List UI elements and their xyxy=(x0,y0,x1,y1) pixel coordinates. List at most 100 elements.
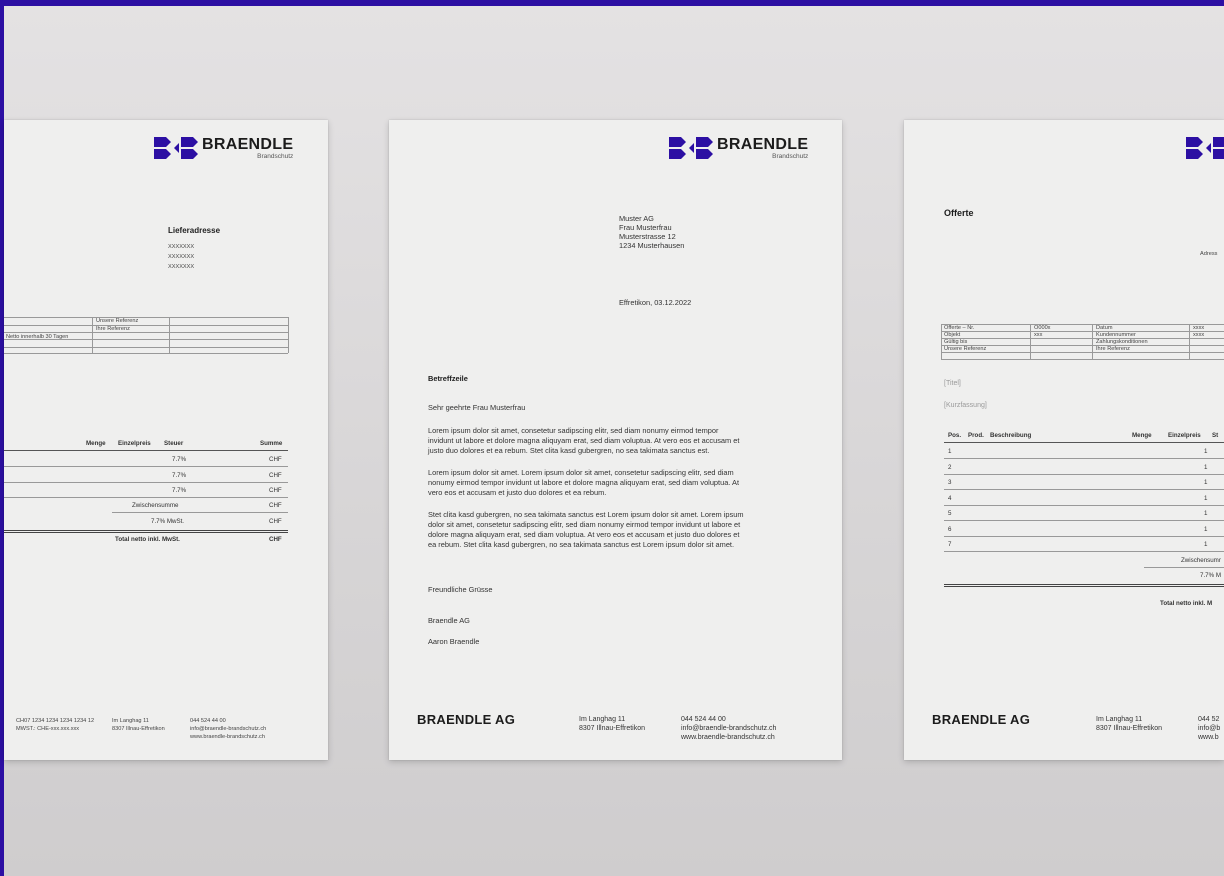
recipient-line: Frau Musterfrau xyxy=(619,223,672,232)
kurzfassung-placeholder: [Kurzfassung] xyxy=(944,402,987,409)
field-label: Objekt xyxy=(944,332,961,338)
body-line: ea rebum. Stet clita kasd gubergren, no … xyxy=(428,540,735,549)
footer-web: www.braendle-brandschutz.ch xyxy=(190,734,265,740)
brand-name: BRAENDLE xyxy=(717,136,809,153)
col-steuer: Steuer xyxy=(164,440,184,447)
row-menge: 1 xyxy=(1204,541,1208,548)
letter-date: Effretikon, 03.12.2022 xyxy=(619,298,692,307)
footer-iban: CH07 1234 1234 1234 1234 12 xyxy=(16,718,95,724)
letter-salutation: Sehr geehrte Frau Musterfrau xyxy=(428,403,526,412)
unsere-referenz-label: Unsere Referenz xyxy=(96,318,139,324)
field-label: Unsere Referenz xyxy=(944,346,987,352)
col-menge: Menge xyxy=(1132,432,1152,439)
mwst-value: CHF xyxy=(269,518,282,525)
letter-signer: Aaron Braendle xyxy=(428,637,480,646)
mwst-label: 7.7% M xyxy=(1200,572,1221,579)
row-summe: CHF xyxy=(269,487,282,494)
lieferadresse-title: Lieferadresse xyxy=(168,226,221,235)
footer-web: www.braendle-brandschutz.ch xyxy=(681,734,775,741)
brand-logo: BRAENDLE Brandschutz xyxy=(154,137,293,161)
address-line: XXXXXXX xyxy=(168,254,195,260)
field-label: Zahlungskonditionen xyxy=(1096,339,1148,345)
payment-terms: Netto innerhalb 30 Tagen xyxy=(6,334,69,340)
total-label: Total netto inkl. MwSt. xyxy=(115,536,180,543)
row-pos: 1 xyxy=(948,448,952,455)
body-line: dolore magna aliquyam erat, sed diam vol… xyxy=(428,530,740,539)
letter-sheet: BRAENDLE Brandschutz Muster AG Frau Must… xyxy=(389,120,842,760)
recipient-line: Musterstrasse 12 xyxy=(619,232,676,241)
footer-web: www.b xyxy=(1198,734,1219,741)
row-steuer: 7.7% xyxy=(172,472,187,479)
body-line: invidunt ut labore et dolore magna aliqu… xyxy=(428,436,740,445)
field-label: Offerte – Nr. xyxy=(944,325,975,331)
field-label: Gültig bis xyxy=(944,339,968,345)
ihre-referenz-label: Ihre Referenz xyxy=(96,326,130,332)
body-line: Lorem ipsum dolor sit amet, consetetur s… xyxy=(428,426,719,435)
footer-address1: Im Langhag 11 xyxy=(579,716,626,723)
offer-address-label: Adress xyxy=(1200,251,1218,257)
row-menge: 1 xyxy=(1204,448,1208,455)
col-pos: Pos. xyxy=(948,432,962,439)
col-prod: Prod. xyxy=(968,432,984,439)
brand-logo: BRAENDLE Brandschutz xyxy=(669,137,808,161)
row-summe: CHF xyxy=(269,472,282,479)
letter-closing: Freundliche Grüsse xyxy=(428,585,493,594)
footer-phone: 044 524 44 00 xyxy=(190,718,226,724)
footer-brand: BRAENDLE AG xyxy=(932,712,1031,727)
field-value: xxxx xyxy=(1193,325,1205,331)
footer-brand: BRAENDLE AG xyxy=(417,712,516,727)
row-menge: 1 xyxy=(1204,526,1208,533)
row-menge: 1 xyxy=(1204,495,1208,502)
field-label: Datum xyxy=(1096,325,1113,331)
letter-company: Braendle AG xyxy=(428,616,470,625)
offer-title: Offerte xyxy=(944,208,974,218)
row-steuer: 7.7% xyxy=(172,487,187,494)
braendle-logo-icon xyxy=(1186,137,1224,159)
field-label: Kundennummer xyxy=(1096,332,1136,338)
offer-sheet: Offerte Adress Offerte – Nr. O000x Objek… xyxy=(904,120,1224,760)
brand-logo xyxy=(1186,137,1224,159)
frame-top-border xyxy=(0,0,1224,6)
total-value: CHF xyxy=(269,536,282,543)
mwst-label: 7.7% MwSt. xyxy=(151,518,185,525)
row-summe: CHF xyxy=(269,456,282,463)
footer-email: info@braendle-brandschutz.ch xyxy=(190,726,267,732)
field-value: xxx xyxy=(1034,332,1043,338)
brand-subtitle: Brandschutz xyxy=(257,153,294,160)
col-summe: Summe xyxy=(260,440,283,447)
titel-placeholder: [Titel] xyxy=(944,380,961,387)
recipient-line: Muster AG xyxy=(619,214,654,223)
row-pos: 2 xyxy=(948,464,952,471)
braendle-logo-icon xyxy=(669,137,713,159)
zwischensumme-value: CHF xyxy=(269,502,282,509)
recipient-line: 1234 Musterhausen xyxy=(619,241,685,250)
row-pos: 4 xyxy=(948,495,952,502)
footer-email: info@braendle-brandschutz.ch xyxy=(681,725,777,732)
row-pos: 3 xyxy=(948,479,952,486)
brand-name: BRAENDLE xyxy=(202,136,294,153)
zwischensumme-label: Zwischensumme xyxy=(132,502,179,509)
letter-subject: Betreffzeile xyxy=(428,374,468,383)
row-pos: 6 xyxy=(948,526,952,533)
field-value: xxxx xyxy=(1193,332,1205,338)
total-label: Total netto inkl. M xyxy=(1160,600,1213,607)
footer-address1: Im Langhag 11 xyxy=(112,718,149,724)
row-pos: 7 xyxy=(948,541,952,548)
body-line: Lorem ipsum dolor sit amet. Lorem ipsum … xyxy=(428,468,734,477)
footer-phone: 044 52 xyxy=(1198,716,1220,723)
col-einzelpreis: Einzelpreis xyxy=(118,440,151,447)
row-steuer: 7.7% xyxy=(172,456,187,463)
address-line: XXXXXXX xyxy=(168,244,195,250)
braendle-logo-icon xyxy=(154,137,198,159)
body-line: justo duo dolores et ea rebum. Stet clit… xyxy=(428,446,710,455)
brand-subtitle: Brandschutz xyxy=(772,153,809,160)
body-line: vero eos et accusam et justo duo dolores… xyxy=(428,488,607,497)
field-label: Ihre Referenz xyxy=(1096,346,1130,352)
row-pos: 5 xyxy=(948,510,952,517)
zwischensumme-label: Zwischensumr xyxy=(1181,557,1221,564)
row-menge: 1 xyxy=(1204,510,1208,517)
field-value: O000x xyxy=(1034,325,1051,331)
footer-address2: 8307 Illnau-Effretikon xyxy=(1096,725,1163,732)
body-line: nonumy eirmod tempor invidunt ut labore … xyxy=(428,478,739,487)
footer-phone: 044 524 44 00 xyxy=(681,716,726,723)
